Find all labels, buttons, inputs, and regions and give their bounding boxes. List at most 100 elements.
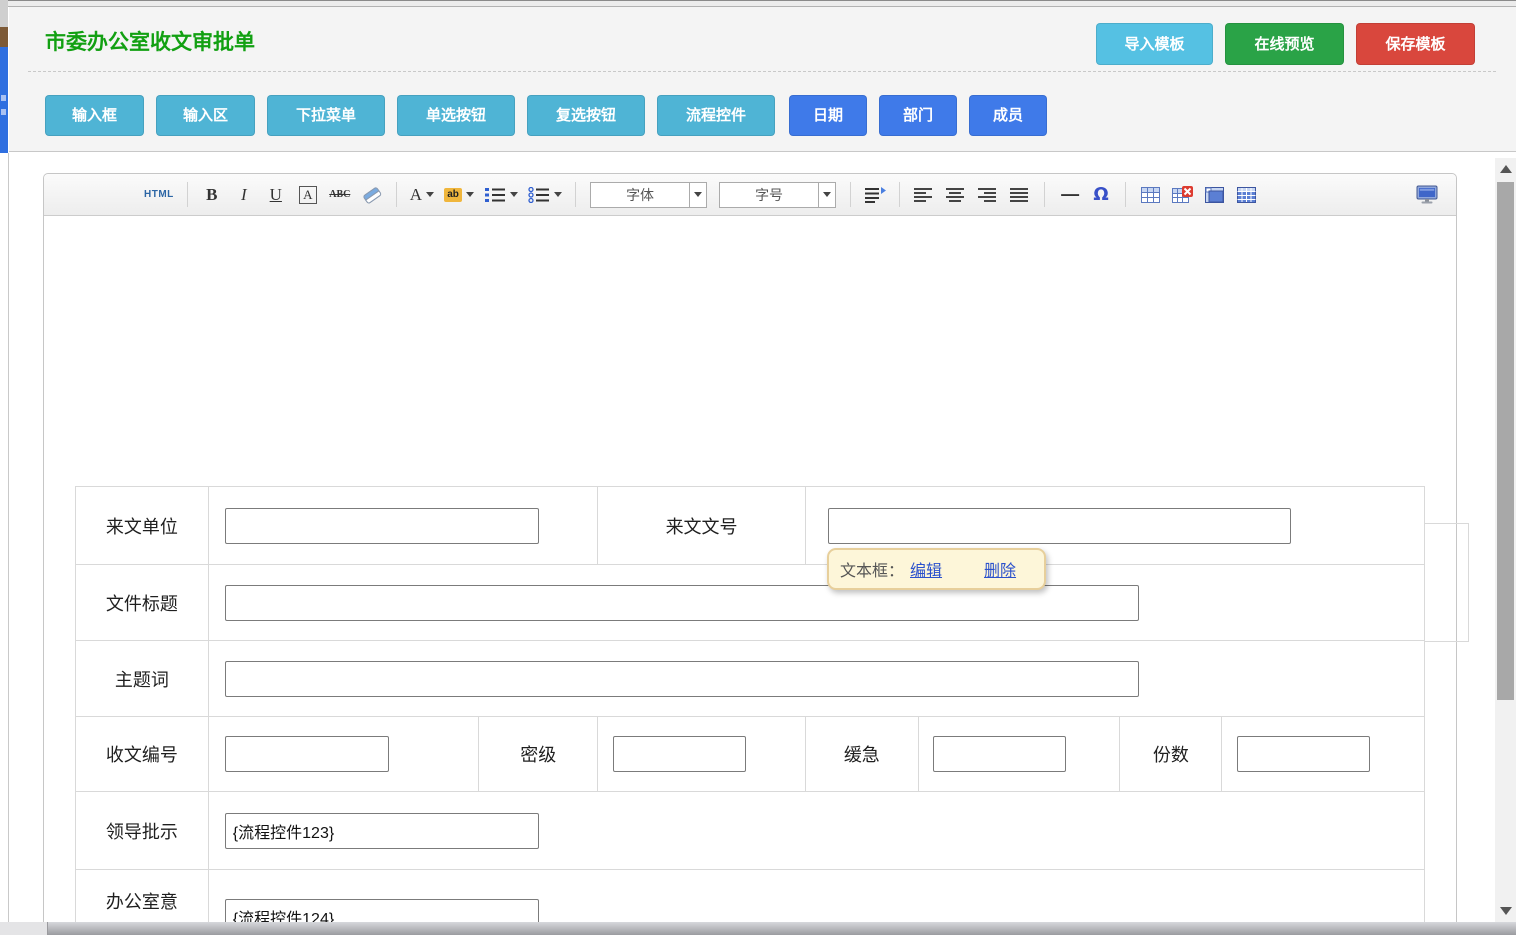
highlight-color-button[interactable]: ab [444,182,474,208]
copies-input[interactable] [1237,736,1370,772]
font-style-button[interactable]: A [297,182,319,208]
scrollbar-thumb[interactable] [1497,182,1514,700]
underline-button[interactable]: U [265,182,287,208]
receipt-number-input[interactable] [225,736,389,772]
italic-button[interactable]: I [233,182,255,208]
table-properties-icon [1205,187,1224,203]
chevron-down-icon [554,192,562,197]
editor-toolbar: HTML B I U A ABC A ab [44,174,1456,216]
add-department-button[interactable]: 部门 [879,95,957,136]
doc-number-input[interactable] [828,508,1291,544]
align-left-button[interactable] [913,182,935,208]
source-unit-input[interactable] [225,508,539,544]
page-title: 市委办公室收文审批单 [45,26,255,56]
urgency-label: 缓急 [805,717,918,791]
html-source-button[interactable]: HTML [144,182,174,208]
add-dropdown-button[interactable]: 下拉菜单 [267,95,385,136]
doc-title-cell [208,565,1424,640]
urgency-cell [918,717,1120,791]
add-flow-control-button[interactable]: 流程控件 [657,95,775,136]
add-checkbox-button[interactable]: 复选按钮 [527,95,645,136]
select-arrow-button[interactable] [819,182,836,208]
add-input-box-button[interactable]: 输入框 [45,95,144,136]
page: 市委办公室收文审批单 输入框 输入区 下拉菜单 单选按钮 复选按钮 流程控件 日… [0,0,1516,935]
monitor-icon [1415,185,1439,205]
ordered-list-icon [484,187,506,203]
remove-format-button[interactable] [361,182,383,208]
toolbar-separator [899,182,900,207]
delete-field-link[interactable]: 删除 [984,557,1016,581]
font-size-select[interactable]: 字号 [719,182,836,208]
table-properties-button[interactable] [1203,182,1225,208]
font-family-select[interactable]: 字体 [590,182,707,208]
leader-note-label: 领导批示 [76,792,208,869]
chevron-down-icon [426,192,434,197]
toolbar-separator [850,182,851,207]
tooltip-label: 文本框： [840,557,904,581]
page-left-border [8,153,9,922]
secrecy-label: 密级 [478,717,597,791]
toolbar-separator [575,182,576,207]
strikethrough-button[interactable]: ABC [329,182,351,208]
add-radio-button[interactable]: 单选按钮 [397,95,515,136]
receipt-number-cell [208,717,479,791]
add-date-button[interactable]: 日期 [789,95,867,136]
table-icon [1141,187,1160,203]
doc-number-label: 来文文号 [597,487,805,564]
chevron-down-icon [694,192,702,197]
secrecy-input[interactable] [613,736,746,772]
add-textarea-button[interactable]: 输入区 [156,95,255,136]
chevron-down-icon [823,192,831,197]
align-justify-button[interactable] [1009,182,1031,208]
align-right-icon [978,187,998,203]
boxed-a-icon: A [299,186,317,204]
align-center-button[interactable] [945,182,967,208]
edit-field-link[interactable]: 编辑 [910,557,942,581]
source-unit-label: 来文单位 [76,487,208,564]
arrow-up-icon [1500,165,1512,173]
app-header: 市委办公室收文审批单 输入框 输入区 下拉菜单 单选按钮 复选按钮 流程控件 日… [9,7,1516,152]
special-char-button[interactable]: Ω [1090,182,1112,208]
background-window-icon [0,27,8,47]
select-arrow-button[interactable] [690,182,707,208]
leader-note-input[interactable] [225,813,539,849]
subject-input[interactable] [225,661,1139,697]
horizontal-rule-button[interactable]: — [1058,182,1080,208]
scroll-up-button[interactable] [1495,158,1516,180]
font-color-button[interactable]: A [410,182,434,208]
delete-table-button[interactable] [1171,182,1193,208]
table-row: 领导批示 [76,791,1424,869]
background-window-edge [0,0,8,153]
unordered-list-button[interactable] [528,182,562,208]
table-row: 来文单位 来文文号 [76,487,1424,564]
leader-note-cell [208,792,1424,869]
vertical-scrollbar[interactable] [1495,158,1516,922]
toolbar-separator [187,182,188,207]
urgency-input[interactable] [933,736,1066,772]
fullscreen-button[interactable] [1415,182,1439,208]
cell-properties-icon [1237,187,1256,203]
subject-cell [208,641,1424,716]
field-edit-tooltip: 文本框： 编辑 删除 [827,548,1046,590]
table-delete-icon [1172,186,1193,203]
table-row: 收文编号 密级 缓急 份数 [76,716,1424,791]
add-member-button[interactable]: 成员 [969,95,1047,136]
align-center-icon [946,187,966,203]
source-unit-cell [208,487,597,564]
bold-button[interactable]: B [201,182,223,208]
insert-table-button[interactable] [1139,182,1161,208]
form-table: 来文单位 来文文号 文件标题 主题词 收文编号 密 [75,486,1425,935]
indent-button[interactable] [864,182,886,208]
import-template-button[interactable]: 导入模板 [1096,23,1213,65]
save-template-button[interactable]: 保存模板 [1356,23,1475,65]
bottom-scrollbar[interactable] [0,922,1516,935]
ordered-list-button[interactable] [484,182,518,208]
chevron-down-icon [510,192,518,197]
align-right-button[interactable] [977,182,999,208]
online-preview-button[interactable]: 在线预览 [1225,23,1344,65]
receipt-number-label: 收文编号 [76,717,208,791]
cell-properties-button[interactable] [1235,182,1257,208]
scroll-down-button[interactable] [1495,900,1516,922]
arrow-down-icon [1500,907,1512,915]
highlight-icon: ab [444,188,462,202]
